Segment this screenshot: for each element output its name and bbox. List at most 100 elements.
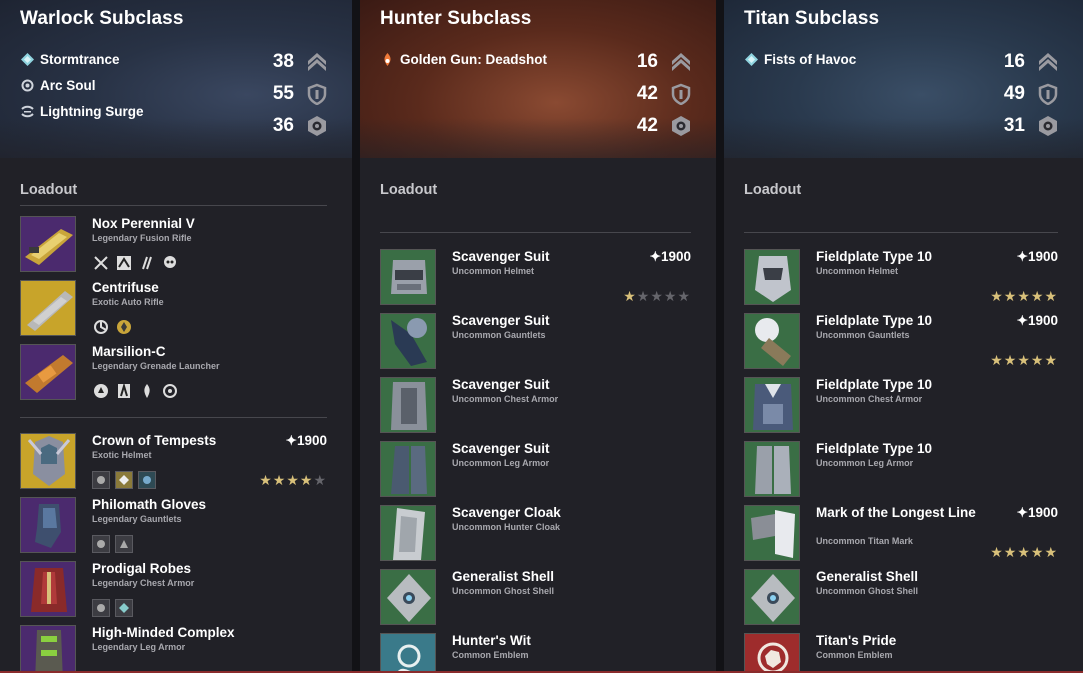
- stat-value: 42: [636, 83, 658, 104]
- item-name: Centrifuse: [92, 280, 159, 295]
- target-perk-icon[interactable]: [161, 382, 179, 400]
- item-type: Common Emblem: [452, 650, 529, 660]
- armor-item[interactable]: High-Minded Complex Legendary Leg Armor: [20, 625, 327, 673]
- resilience-icon: [670, 83, 692, 105]
- item-name: Fieldplate Type 10: [816, 249, 933, 264]
- item-type: Exotic Auto Rifle: [92, 297, 164, 307]
- subclass-header: Titan Subclass Fists of Havoc 16 49 31: [724, 0, 1083, 158]
- resilience-icon: [306, 83, 328, 105]
- spring-perk-icon[interactable]: [115, 382, 133, 400]
- item-type: Exotic Helmet: [92, 450, 152, 460]
- power-level: ✦1900: [1016, 313, 1058, 328]
- divider: [744, 232, 1058, 233]
- round-perk-icon[interactable]: [92, 382, 110, 400]
- mobility-icon: [306, 51, 328, 73]
- item-name: Prodigal Robes: [92, 561, 192, 576]
- armor-item[interactable]: Mark of the Longest Line Uncommon Titan …: [744, 505, 1058, 563]
- item-name: Philomath Gloves: [92, 497, 207, 512]
- armor-item[interactable]: Fieldplate Type 10 Uncommon Helmet ✦1900…: [744, 249, 1058, 307]
- item-type: Uncommon Leg Armor: [452, 458, 550, 468]
- mod-slot-icon[interactable]: [138, 471, 156, 489]
- item-name: Scavenger Suit: [452, 313, 550, 328]
- catalyst-perk-icon[interactable]: [115, 318, 133, 336]
- stat-list: 16 42 42: [630, 46, 692, 142]
- skull-perk-icon[interactable]: [161, 254, 179, 272]
- armor-item[interactable]: Titan's Pride Common Emblem: [744, 633, 1058, 673]
- perk-list: [92, 471, 156, 489]
- armor-item[interactable]: Fieldplate Type 10 Uncommon Gauntlets ✦1…: [744, 313, 1058, 371]
- item-name: Generalist Shell: [452, 569, 555, 584]
- stat-recovery: 31: [997, 110, 1059, 142]
- recovery-icon: [306, 115, 328, 137]
- armor-item[interactable]: Crown of Tempests Exotic Helmet ✦1900 ★★…: [20, 433, 327, 491]
- armor-item[interactable]: Fieldplate Type 10 Uncommon Chest Armor: [744, 377, 1058, 435]
- stat-value: 36: [272, 115, 294, 136]
- item-name: Marsilion-C: [92, 344, 166, 359]
- mod-slot-icon[interactable]: [92, 471, 110, 489]
- spiral-perk-icon[interactable]: [92, 318, 110, 336]
- item-name: Fieldplate Type 10: [816, 377, 933, 392]
- ability-row[interactable]: Stormtrance: [20, 46, 144, 72]
- perk-list: [92, 535, 133, 553]
- stat-mobility: 16: [997, 46, 1059, 78]
- mobility-icon: [1037, 51, 1059, 73]
- armor-thumbnail: [744, 569, 800, 625]
- divider: [380, 232, 691, 233]
- armor-item[interactable]: Generalist Shell Uncommon Ghost Shell: [380, 569, 691, 627]
- mobility-icon: [670, 51, 692, 73]
- stat-mobility: 38: [266, 46, 328, 78]
- flame-perk-icon[interactable]: [138, 382, 156, 400]
- armor-item[interactable]: Scavenger Suit Uncommon Leg Armor: [380, 441, 691, 499]
- ability-list: Stormtrance Arc Soul Lightning Surge: [20, 46, 144, 124]
- subclass-comparison: Warlock Subclass Stormtrance Arc Soul Li…: [0, 0, 1083, 673]
- armor-thumbnail: [380, 441, 436, 497]
- weapon-item[interactable]: Marsilion-C Legendary Grenade Launcher: [20, 344, 327, 402]
- ability-label: Golden Gun: Deadshot: [400, 51, 547, 67]
- item-type: Legendary Leg Armor: [92, 642, 186, 652]
- armor-item[interactable]: Prodigal Robes Legendary Chest Armor: [20, 561, 327, 619]
- weapon-thumbnail: [20, 280, 76, 336]
- mod-slot-icon[interactable]: [115, 599, 133, 617]
- subclass-header: Hunter Subclass Golden Gun: Deadshot 16 …: [360, 0, 716, 158]
- armor-item[interactable]: Scavenger Cloak Uncommon Hunter Cloak: [380, 505, 691, 563]
- weapon-item[interactable]: Centrifuse Exotic Auto Rifle: [20, 280, 327, 338]
- armor-thumbnail: [20, 561, 76, 617]
- star-icon: ★★★★★: [990, 352, 1058, 368]
- mod-slot-icon[interactable]: [115, 471, 133, 489]
- loadout-heading: Loadout: [744, 182, 802, 198]
- barrel-perk-icon[interactable]: [138, 254, 156, 272]
- armor-item[interactable]: Generalist Shell Uncommon Ghost Shell: [744, 569, 1058, 627]
- stat-recovery: 36: [266, 110, 328, 142]
- weapon-thumbnail: [20, 344, 76, 400]
- armor-item[interactable]: Hunter's Wit Common Emblem: [380, 633, 691, 673]
- mod-slot-icon[interactable]: [115, 535, 133, 553]
- item-name: Generalist Shell: [816, 569, 919, 584]
- loadout-heading: Loadout: [380, 182, 438, 198]
- stat-resilience: 55: [266, 78, 328, 110]
- armor-thumbnail: [744, 313, 800, 369]
- ability-row[interactable]: Arc Soul: [20, 72, 144, 98]
- ability-row[interactable]: Lightning Surge: [20, 98, 144, 124]
- mag-perk-icon[interactable]: [115, 254, 133, 272]
- armor-item[interactable]: Fieldplate Type 10 Uncommon Leg Armor: [744, 441, 1058, 499]
- stat-value: 16: [1003, 51, 1025, 72]
- item-name: Scavenger Suit: [452, 377, 550, 392]
- armor-item[interactable]: Scavenger Suit Uncommon Gauntlets: [380, 313, 691, 371]
- item-name: Titan's Pride: [816, 633, 897, 648]
- item-type: Uncommon Ghost Shell: [816, 586, 919, 596]
- armor-item[interactable]: Scavenger Suit Uncommon Chest Armor: [380, 377, 691, 435]
- mod-slot-icon[interactable]: [92, 535, 110, 553]
- armor-item[interactable]: Philomath Gloves Legendary Gauntlets: [20, 497, 327, 555]
- star-rating: ★★★★★: [990, 544, 1058, 561]
- item-type: Legendary Chest Armor: [92, 578, 195, 588]
- weapon-item[interactable]: Nox Perennial V Legendary Fusion Rifle: [20, 216, 327, 274]
- ability-row[interactable]: Fists of Havoc: [744, 46, 856, 72]
- item-type: Legendary Fusion Rifle: [92, 233, 192, 243]
- item-type: Uncommon Helmet: [452, 266, 535, 276]
- mod-slot-icon[interactable]: [92, 599, 110, 617]
- ability-row[interactable]: Golden Gun: Deadshot: [380, 46, 547, 72]
- titan-column: Titan Subclass Fists of Havoc 16 49 31 L…: [724, 0, 1083, 673]
- scope-perk-icon[interactable]: [92, 254, 110, 272]
- armor-item[interactable]: Scavenger Suit Uncommon Helmet ✦1900 ★★★…: [380, 249, 691, 307]
- star-icon: ★: [313, 472, 327, 488]
